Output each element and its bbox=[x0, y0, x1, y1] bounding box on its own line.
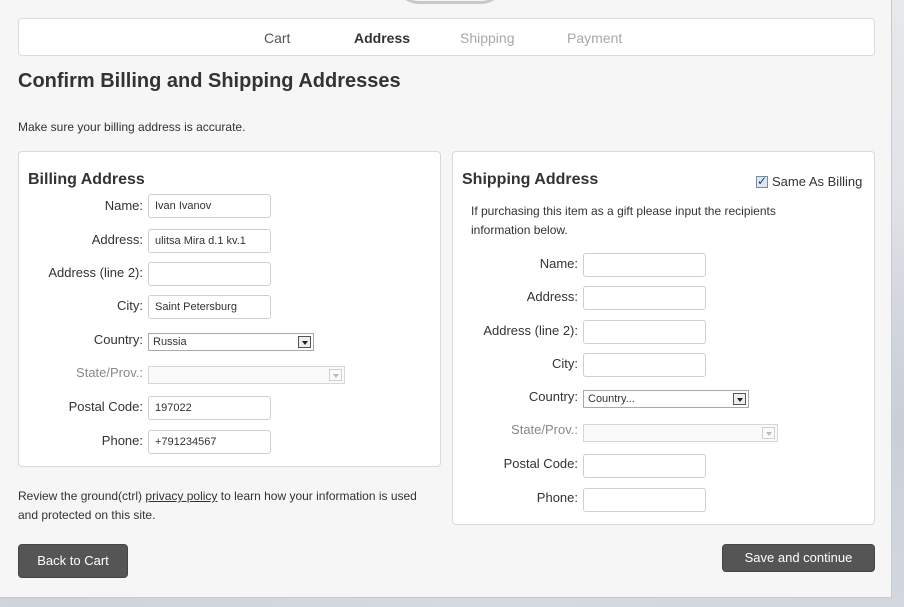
shipping-title: Shipping Address bbox=[462, 171, 599, 188]
shipping-state-select bbox=[583, 424, 778, 442]
shipping-phone-row: Phone: bbox=[453, 486, 578, 512]
billing-address2-row: Address (line 2): bbox=[19, 261, 143, 287]
billing-postal-input[interactable] bbox=[148, 396, 271, 420]
header-decoration bbox=[395, 0, 505, 4]
billing-name-row: Name: bbox=[19, 194, 143, 220]
shipping-country-row: Country: bbox=[453, 385, 578, 411]
shipping-postal-label: Postal Code: bbox=[503, 456, 578, 471]
gift-note: If purchasing this item as a gift please… bbox=[471, 204, 776, 237]
shipping-address2-row: Address (line 2): bbox=[453, 319, 578, 345]
checkout-steps: Cart Address Shipping Payment bbox=[18, 18, 875, 56]
same-as-billing-label: Same As Billing bbox=[772, 174, 863, 189]
billing-city-label: City: bbox=[117, 298, 143, 313]
same-as-billing-toggle[interactable]: Same As Billing bbox=[756, 174, 862, 189]
shipping-phone-label: Phone: bbox=[536, 490, 578, 505]
shipping-city-label: City: bbox=[552, 356, 578, 371]
shipping-postal-input[interactable] bbox=[583, 454, 706, 478]
same-as-billing-checkbox[interactable] bbox=[756, 174, 768, 188]
billing-address2-input[interactable] bbox=[148, 262, 271, 286]
shipping-country-value: Country... bbox=[588, 393, 635, 405]
billing-title: Billing Address bbox=[28, 171, 145, 188]
privacy-note: Review the ground(ctrl) privacy policy t… bbox=[18, 487, 438, 525]
billing-phone-label: Phone: bbox=[101, 433, 143, 448]
shipping-city-input[interactable] bbox=[583, 353, 706, 377]
page-intro: Make sure your billing address is accura… bbox=[18, 120, 246, 134]
billing-postal-label: Postal Code: bbox=[68, 399, 143, 414]
billing-phone-input[interactable] bbox=[148, 430, 271, 454]
step-address: Address bbox=[354, 30, 411, 46]
chevron-down-icon bbox=[762, 427, 775, 439]
billing-phone-row: Phone: bbox=[19, 429, 143, 455]
shipping-address2-input[interactable] bbox=[583, 320, 706, 344]
shipping-address-row: Address: bbox=[453, 285, 578, 311]
billing-city-row: City: bbox=[19, 294, 143, 320]
step-payment: Payment bbox=[567, 30, 623, 46]
billing-name-label: Name: bbox=[104, 198, 143, 213]
billing-name-input[interactable] bbox=[148, 194, 271, 218]
shipping-country-select[interactable]: Country... bbox=[583, 390, 749, 408]
shipping-address-label: Address: bbox=[526, 289, 578, 304]
billing-city-input[interactable] bbox=[148, 295, 271, 319]
shipping-state-label: State/Prov.: bbox=[511, 422, 578, 437]
shipping-name-input[interactable] bbox=[583, 253, 706, 277]
billing-address-input[interactable] bbox=[148, 229, 271, 253]
page-title: Confirm Billing and Shipping Addresses bbox=[18, 70, 401, 92]
shipping-city-row: City: bbox=[453, 352, 578, 378]
shipping-postal-row: Postal Code: bbox=[453, 452, 578, 478]
billing-address-label: Address: bbox=[91, 232, 143, 247]
step-shipping: Shipping bbox=[460, 30, 515, 46]
chevron-down-icon bbox=[733, 393, 746, 405]
shipping-name-row: Name: bbox=[453, 252, 578, 278]
shipping-address-input[interactable] bbox=[583, 286, 706, 310]
billing-state-select bbox=[148, 366, 345, 384]
shipping-panel: Shipping Address Same As Billing If purc… bbox=[452, 151, 875, 525]
privacy-text-before: Review the ground(ctrl) bbox=[18, 489, 146, 503]
save-and-continue-button[interactable]: Save and continue bbox=[722, 544, 875, 572]
chevron-down-icon bbox=[329, 369, 342, 381]
billing-country-label: Country: bbox=[93, 332, 143, 347]
billing-postal-row: Postal Code: bbox=[19, 395, 143, 421]
shipping-state-row: State/Prov.: bbox=[453, 418, 578, 444]
billing-country-row: Country: bbox=[19, 328, 143, 354]
step-cart[interactable]: Cart bbox=[264, 30, 290, 46]
billing-address2-label: Address (line 2): bbox=[48, 265, 143, 280]
billing-state-label: State/Prov.: bbox=[76, 365, 143, 380]
shipping-phone-input[interactable] bbox=[583, 488, 706, 512]
billing-address-row: Address: bbox=[19, 228, 143, 254]
shipping-country-label: Country: bbox=[528, 389, 578, 404]
back-to-cart-button[interactable]: Back to Cart bbox=[18, 544, 128, 578]
chevron-down-icon bbox=[298, 336, 311, 348]
checkout-page: Cart Address Shipping Payment Confirm Bi… bbox=[0, 0, 892, 598]
privacy-policy-link[interactable]: privacy policy bbox=[145, 489, 217, 503]
shipping-address2-label: Address (line 2): bbox=[483, 323, 578, 338]
billing-country-select[interactable]: Russia bbox=[148, 333, 314, 351]
billing-state-row: State/Prov.: bbox=[19, 361, 143, 387]
billing-country-value: Russia bbox=[153, 336, 187, 348]
billing-panel: Billing Address Name: Address: Address (… bbox=[18, 151, 441, 467]
shipping-name-label: Name: bbox=[539, 256, 578, 271]
